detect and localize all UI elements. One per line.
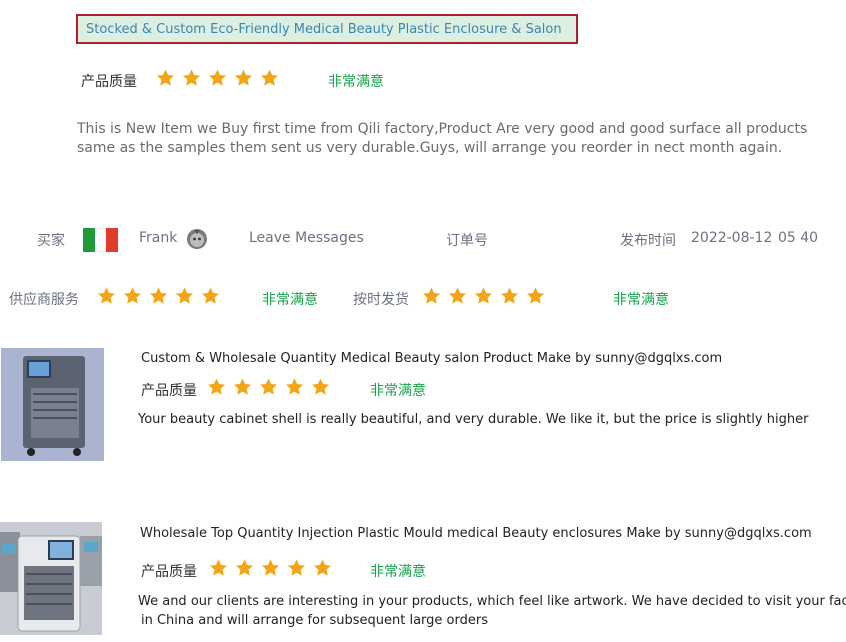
product-title-1[interactable]: Custom & Wholesale Quantity Medical Beau…	[141, 351, 722, 366]
user-avatar-icon[interactable]	[186, 228, 208, 254]
star-icon	[258, 377, 279, 397]
star-icon	[181, 68, 202, 88]
buyer-label: 买家	[37, 233, 65, 249]
product-comment-1: Your beauty cabinet shell is really beau…	[138, 412, 809, 427]
publish-time: 05 40	[778, 230, 819, 246]
star-icon	[122, 286, 143, 306]
star-icon	[259, 68, 280, 88]
publish-date: 2022-08-12	[691, 230, 773, 246]
product-quality-stars-1	[206, 377, 331, 397]
review-title: Stocked & Custom Eco-Friendly Medical Be…	[86, 22, 562, 37]
product-comment-2-line-2: in China and will arrange for subsequent…	[141, 613, 488, 628]
star-icon	[174, 286, 195, 306]
product-quality-satisfaction-2: 非常满意	[370, 564, 426, 580]
star-icon	[234, 558, 255, 578]
order-number-label: 订单号	[446, 233, 488, 249]
quality-satisfaction: 非常满意	[328, 74, 384, 90]
star-icon	[206, 377, 227, 397]
star-icon	[284, 377, 305, 397]
buyer-name: Frank	[139, 230, 178, 246]
star-icon	[421, 286, 442, 306]
product-quality-stars-2	[208, 558, 333, 578]
star-icon	[525, 286, 546, 306]
star-icon	[312, 558, 333, 578]
product-title-2[interactable]: Wholesale Top Quantity Injection Plastic…	[140, 526, 812, 541]
on-time-delivery-stars	[421, 286, 546, 306]
product-quality-label-2: 产品质量	[141, 564, 197, 580]
star-icon	[200, 286, 221, 306]
publish-time-label: 发布时间	[620, 233, 676, 249]
italy-flag-icon	[83, 228, 119, 252]
product-comment-2-line-1: We and our clients are interesting in yo…	[138, 594, 846, 609]
supplier-service-stars	[96, 286, 221, 306]
star-icon	[207, 68, 228, 88]
on-time-delivery-satisfaction: 非常满意	[613, 292, 669, 308]
supplier-service-label: 供应商服务	[9, 292, 79, 308]
star-icon	[499, 286, 520, 306]
leave-messages-link[interactable]: Leave Messages	[249, 230, 364, 246]
review-body: This is New Item we Buy first time from …	[77, 121, 808, 156]
supplier-service-satisfaction: 非常满意	[262, 292, 318, 308]
star-icon	[155, 68, 176, 88]
star-icon	[233, 68, 254, 88]
star-icon	[310, 377, 331, 397]
star-icon	[96, 286, 117, 306]
quality-rating-stars	[155, 68, 280, 88]
review-title-box: Stocked & Custom Eco-Friendly Medical Be…	[76, 14, 578, 44]
star-icon	[260, 558, 281, 578]
quality-label: 产品质量	[81, 74, 137, 90]
star-icon	[447, 286, 468, 306]
star-icon	[473, 286, 494, 306]
on-time-delivery-label: 按时发货	[353, 292, 409, 308]
beauty-device-cabinet-image[interactable]	[1, 348, 104, 461]
beauty-enclosure-factory-image[interactable]	[0, 522, 102, 635]
star-icon	[148, 286, 169, 306]
star-icon	[208, 558, 229, 578]
product-quality-satisfaction-1: 非常满意	[370, 383, 426, 399]
star-icon	[286, 558, 307, 578]
product-quality-label-1: 产品质量	[141, 383, 197, 399]
star-icon	[232, 377, 253, 397]
